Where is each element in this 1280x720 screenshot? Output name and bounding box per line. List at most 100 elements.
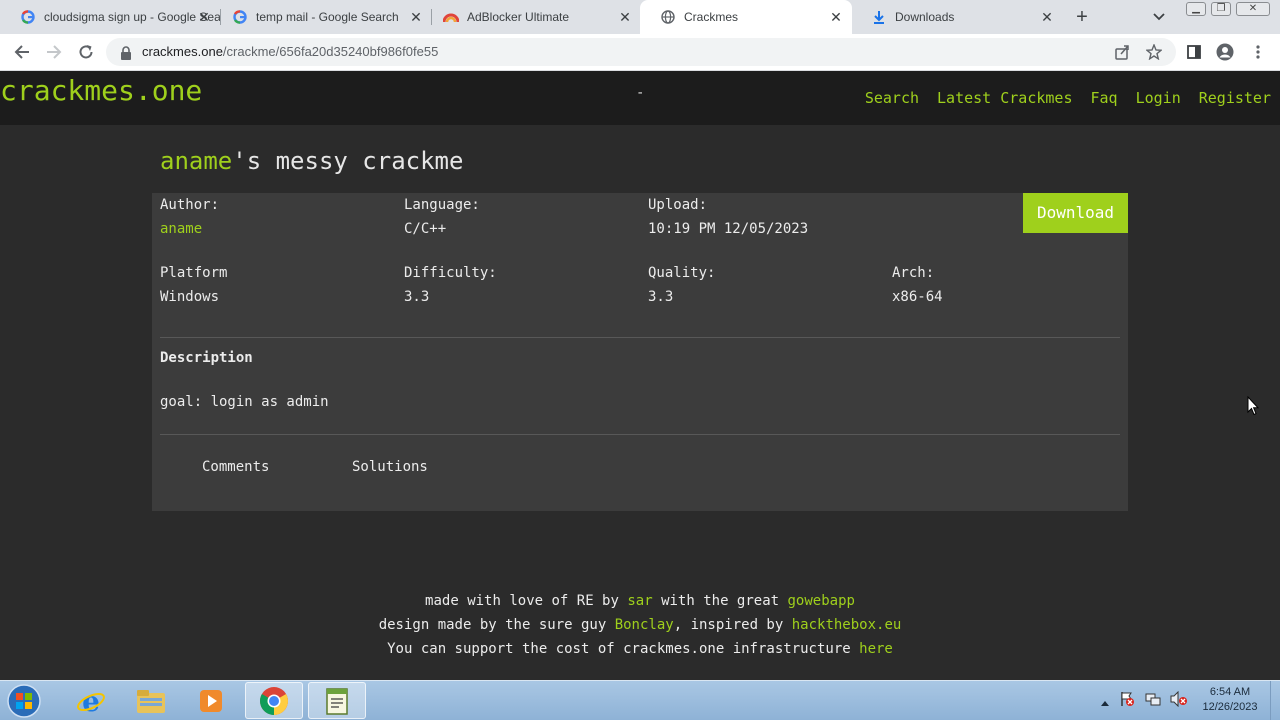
clock-time: 6:54 AM xyxy=(1209,686,1251,698)
tab-temp-mail[interactable]: temp mail - Google Search ✕ xyxy=(212,0,432,34)
support-here-link[interactable]: here xyxy=(859,641,893,657)
title-suffix: 's messy crackme xyxy=(232,147,464,175)
download-icon xyxy=(871,9,887,25)
footer-line-1: made with love of RE by sar with the gre… xyxy=(425,593,855,609)
language-label: Language: xyxy=(404,197,480,213)
google-icon xyxy=(232,9,248,25)
language-value: C/C++ xyxy=(404,221,447,237)
tab-solutions[interactable]: Solutions xyxy=(352,459,428,475)
platform-field: Platform Windows xyxy=(160,264,227,306)
quality-label: Quality: xyxy=(648,265,716,281)
platform-value: Windows xyxy=(160,289,220,305)
media-player-icon[interactable] xyxy=(182,682,240,719)
show-hidden-icons-icon[interactable] xyxy=(1100,692,1114,711)
page-title: aname's messy crackme xyxy=(160,147,463,175)
nav-latest-crackmes-link[interactable]: Latest Crackmes xyxy=(937,89,1072,107)
windows-taskbar: e 6:54 AM 12/26/2023 xyxy=(0,680,1280,720)
tab-cloudsigma[interactable]: cloudsigma sign up - Google Search ✕ xyxy=(0,0,220,34)
author-value-link[interactable]: aname xyxy=(160,220,219,238)
notepad-icon[interactable] xyxy=(308,682,366,719)
close-window-button[interactable]: ✕ xyxy=(1236,2,1270,16)
tab-title: cloudsigma sign up - Google Search xyxy=(44,10,220,24)
file-explorer-icon[interactable] xyxy=(122,682,180,719)
reload-icon[interactable] xyxy=(76,42,96,62)
download-button[interactable]: Download xyxy=(1023,193,1128,233)
volume-muted-icon[interactable] xyxy=(1166,690,1192,711)
nav-login-link[interactable]: Login xyxy=(1136,89,1181,107)
sar-link[interactable]: sar xyxy=(627,593,652,609)
language-field: Language: C/C++ xyxy=(404,196,480,238)
hackthebox-link[interactable]: hackthebox.eu xyxy=(792,617,902,633)
tab-crackmes[interactable]: Crackmes ✕ xyxy=(640,0,852,34)
site-logo[interactable]: crackmes.one xyxy=(0,74,202,107)
arch-label: Arch: xyxy=(892,265,935,281)
bonclay-link[interactable]: Bonclay xyxy=(615,617,674,633)
quality-value: 3.3 xyxy=(648,289,674,305)
tab-title: Crackmes xyxy=(684,10,739,24)
close-tab-icon[interactable]: ✕ xyxy=(1039,9,1055,25)
nav-register-link[interactable]: Register xyxy=(1199,89,1271,107)
show-desktop-button[interactable] xyxy=(1270,681,1280,720)
arch-value: x86-64 xyxy=(892,289,943,305)
close-tab-icon[interactable]: ✕ xyxy=(408,9,424,25)
site-header: crackmes.one - Search Latest Crackmes Fa… xyxy=(0,71,1280,125)
tab-strip: cloudsigma sign up - Google Search ✕ tem… xyxy=(0,0,1280,34)
bookmark-star-icon[interactable] xyxy=(1145,43,1163,61)
tab-title: AdBlocker Ultimate xyxy=(467,10,570,24)
title-author-link[interactable]: aname xyxy=(160,147,232,175)
network-icon[interactable] xyxy=(1140,691,1166,711)
upload-label: Upload: xyxy=(648,197,708,213)
gowebapp-link[interactable]: gowebapp xyxy=(788,593,855,609)
close-tab-icon[interactable]: ✕ xyxy=(828,9,844,25)
difficulty-label: Difficulty: xyxy=(404,265,497,281)
maximize-button[interactable]: ❐ xyxy=(1211,2,1231,16)
footer-line-3: You can support the cost of crackmes.one… xyxy=(387,641,893,657)
tab-search-chevron-icon[interactable] xyxy=(1152,8,1168,24)
nav-faq-link[interactable]: Faq xyxy=(1091,89,1118,107)
svg-text:e: e xyxy=(82,686,100,716)
minimize-button[interactable]: ▁ xyxy=(1186,2,1206,16)
start-button-icon[interactable] xyxy=(4,682,44,720)
arch-field: Arch: x86-64 xyxy=(892,264,943,306)
url-text: crackmes.one/crackme/656fa20d35240bf986f… xyxy=(142,44,439,59)
divider xyxy=(160,337,1120,338)
back-arrow-icon[interactable] xyxy=(12,42,32,62)
divider xyxy=(160,434,1120,435)
difficulty-field: Difficulty: 3.3 xyxy=(404,264,497,306)
adblocker-icon xyxy=(443,9,459,25)
site-footer: made with love of RE by sar with the gre… xyxy=(0,589,1280,661)
author-label: Author: xyxy=(160,197,220,213)
chrome-icon[interactable] xyxy=(245,682,303,719)
browser-toolbar: crackmes.one/crackme/656fa20d35240bf986f… xyxy=(0,34,1280,71)
lock-icon[interactable] xyxy=(120,45,132,64)
tab-title: temp mail - Google Search xyxy=(256,10,399,24)
google-icon xyxy=(20,9,36,25)
kebab-menu-icon[interactable] xyxy=(1248,42,1268,62)
forward-arrow-icon[interactable] xyxy=(44,42,64,62)
side-panel-icon[interactable] xyxy=(1184,42,1204,62)
tab-downloads[interactable]: Downloads ✕ xyxy=(851,0,1063,34)
clock-date: 12/26/2023 xyxy=(1202,701,1258,713)
address-bar[interactable]: crackmes.one/crackme/656fa20d35240bf986f… xyxy=(106,38,1176,66)
platform-label: Platform xyxy=(160,265,228,281)
upload-value: 10:19 PM 12/05/2023 xyxy=(648,221,809,237)
difficulty-value: 3.3 xyxy=(404,289,430,305)
profile-avatar-icon[interactable] xyxy=(1215,42,1235,62)
nav-search-link[interactable]: Search xyxy=(865,89,919,107)
crackme-details-card: Author: aname Language: C/C++ Upload: 10… xyxy=(152,193,1128,511)
taskbar-clock[interactable]: 6:54 AM 12/26/2023 xyxy=(1192,685,1268,715)
globe-icon xyxy=(660,9,676,25)
tab-comments[interactable]: Comments xyxy=(202,459,269,475)
system-tray xyxy=(1100,681,1192,720)
close-tab-icon[interactable]: ✕ xyxy=(617,9,633,25)
new-tab-button[interactable]: + xyxy=(1072,7,1092,27)
share-icon[interactable] xyxy=(1114,44,1130,60)
close-tab-icon[interactable]: ✕ xyxy=(196,9,212,25)
internet-explorer-icon[interactable]: e xyxy=(62,682,120,719)
tab-adblocker[interactable]: AdBlocker Ultimate ✕ xyxy=(423,0,641,34)
description-heading: Description xyxy=(160,350,253,366)
tab-title: Downloads xyxy=(895,10,955,24)
action-center-flag-icon[interactable] xyxy=(1114,691,1140,711)
header-separator: - xyxy=(636,85,645,101)
mouse-cursor-icon xyxy=(1247,395,1260,420)
